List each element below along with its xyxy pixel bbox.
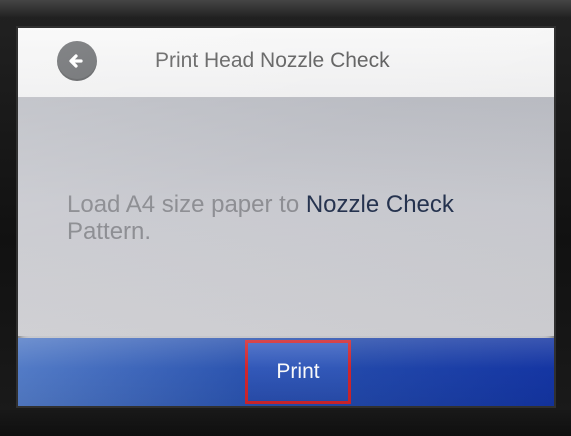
message-highlight: Nozzle Check xyxy=(305,191,454,218)
print-button[interactable]: Print xyxy=(245,340,351,404)
printer-control-panel: Print Head Nozzle Check Load A4 size pap… xyxy=(0,0,571,436)
page-title: Print Head Nozzle Check xyxy=(155,49,390,72)
bottom-action-bar: Print xyxy=(18,338,554,406)
message-lead: Load A4 size paper to xyxy=(67,191,306,218)
bezel-bottom-shadow xyxy=(0,410,571,436)
message-tail: Pattern. xyxy=(67,218,152,245)
arrow-left-icon xyxy=(69,54,83,68)
bezel-sheen xyxy=(0,0,571,18)
message-area: Load A4 size paper to Nozzle Check Patte… xyxy=(18,98,554,336)
lcd-screen: Print Head Nozzle Check Load A4 size pap… xyxy=(18,28,554,406)
instruction-message: Load A4 size paper to Nozzle Check Patte… xyxy=(67,191,537,245)
back-button[interactable] xyxy=(57,41,97,81)
screen-header: Print Head Nozzle Check xyxy=(18,28,554,98)
